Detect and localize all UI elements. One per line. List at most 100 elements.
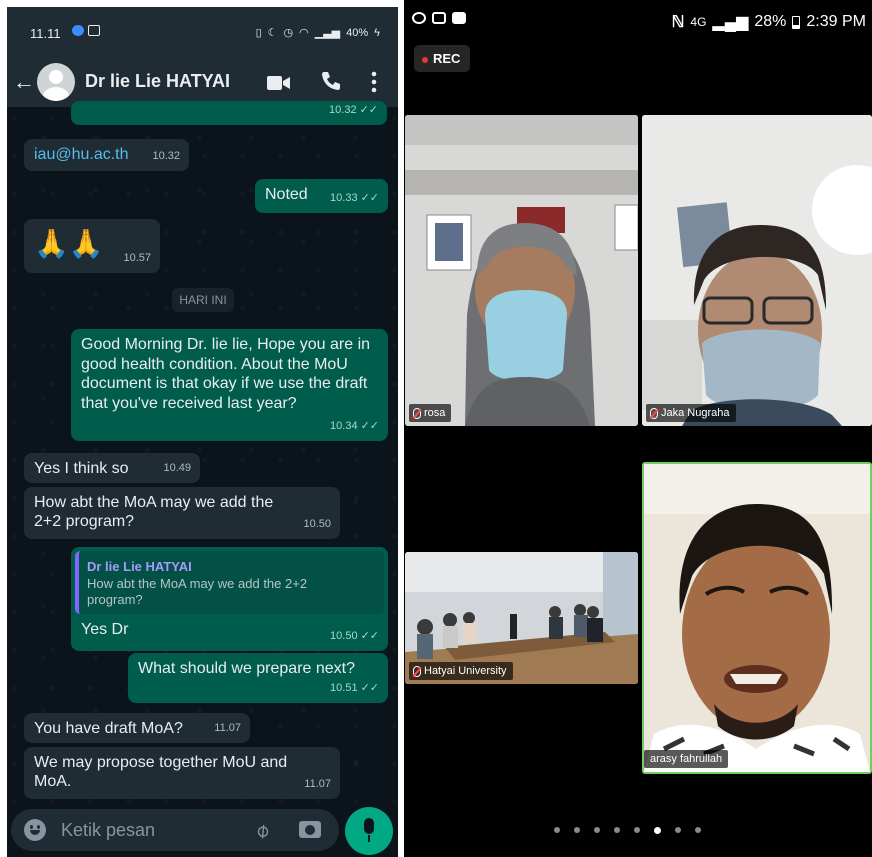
quoted-text: How abt the MoA may we add the 2+2 progr… xyxy=(87,576,308,607)
message-text: We may propose together MoU and MoA. xyxy=(34,754,288,790)
day-divider: HARI INI xyxy=(172,288,234,312)
muted-mic-icon xyxy=(650,407,658,419)
message-text: Noted xyxy=(265,186,308,203)
participant-name: rosa xyxy=(424,407,446,419)
read-receipt-icon: ✓✓ xyxy=(360,682,379,694)
participant-label: Jaka Nugraha xyxy=(646,404,736,422)
page-dot[interactable] xyxy=(695,827,701,833)
participant-video-tile[interactable]: rosa xyxy=(405,115,638,426)
battery-level: 40% xyxy=(346,26,369,39)
message-bubble[interactable]: 10.32 ✓✓ xyxy=(71,101,387,125)
read-receipt-icon: ✓✓ xyxy=(360,192,379,204)
message-time: 10.34 xyxy=(330,420,358,432)
participant-label: rosa xyxy=(409,404,452,422)
more-options-icon[interactable] xyxy=(371,71,377,99)
status-time: 2:39 PM xyxy=(806,13,866,30)
message-input[interactable]: Ketik pesan ⌀ xyxy=(11,809,339,851)
message-bubble[interactable]: You have draft MoA? 11.07 xyxy=(24,713,250,743)
active-speaker-tile[interactable]: arasy fahrullah xyxy=(642,462,872,774)
muted-mic-icon xyxy=(413,665,421,677)
charging-icon: ϟ xyxy=(374,26,380,39)
message-bubble[interactable]: What should we prepare next? 10.51 ✓✓ xyxy=(128,653,388,703)
quoted-message[interactable]: Dr lie Lie HATYAI How abt the MoA may we… xyxy=(75,551,384,614)
video-call-icon[interactable] xyxy=(267,74,291,97)
back-arrow-icon[interactable]: ← xyxy=(13,69,35,95)
signal-icon: ▂▄▆ xyxy=(712,14,749,31)
message-time: 10.57 xyxy=(123,252,151,264)
whatsapp-icon xyxy=(412,12,426,24)
page-dot[interactable] xyxy=(594,827,600,833)
zoom-status-bar: ℕ 4G ▂▄▆ 28% 2:39 PM xyxy=(404,0,872,40)
message-time: 10.51 xyxy=(330,682,358,694)
do-not-disturb-icon: ☾ xyxy=(267,27,278,39)
read-receipt-icon: ✓✓ xyxy=(359,104,378,116)
chat-area[interactable]: 10.32 ✓✓ iau@hu.ac.th 10.32 Noted 10.33 ✓✓… xyxy=(7,101,398,803)
participant-name: Hatyai University xyxy=(424,665,507,677)
message-time: 11.07 xyxy=(214,722,241,734)
participant-name: arasy fahrullah xyxy=(650,753,723,765)
zoom-meeting-screen: ℕ 4G ▂▄▆ 28% 2:39 PM REC rosa Jaka Nugra… xyxy=(404,0,872,857)
vibrate-icon: ▯ xyxy=(255,27,262,39)
whatsapp-status-bar: 11.11 ▯ ☾ ◷ ◠ ▁▃▅ 40% ϟ xyxy=(7,7,398,57)
wifi-icon: ◠ xyxy=(299,27,309,39)
page-dot[interactable] xyxy=(675,827,681,833)
page-dot[interactable] xyxy=(554,827,560,833)
mail-icon xyxy=(432,12,446,24)
muted-mic-icon xyxy=(413,407,421,419)
message-bubble[interactable]: Good Morning Dr. lie lie, Hope you are i… xyxy=(71,329,388,441)
message-time: 10.33 xyxy=(330,192,358,204)
message-bubble[interactable]: 🙏🙏 10.57 xyxy=(24,219,160,273)
participant-video xyxy=(644,464,870,772)
message-input-bar: Ketik pesan ⌀ xyxy=(7,803,398,857)
message-text: iau@hu.ac.th xyxy=(34,146,129,163)
message-time: 10.32 xyxy=(152,150,180,162)
whatsapp-screen: 11.11 ▯ ☾ ◷ ◠ ▁▃▅ 40% ϟ ← Dr lie Lie HAT… xyxy=(7,7,398,857)
battery-icon xyxy=(792,15,801,29)
microphone-button[interactable] xyxy=(345,807,393,855)
emoji-message: 🙏🙏 xyxy=(34,228,104,259)
page-dot[interactable] xyxy=(634,827,640,833)
page-indicator[interactable] xyxy=(554,827,701,834)
page-dot[interactable] xyxy=(574,827,580,833)
participant-video xyxy=(405,115,638,426)
emoji-icon[interactable] xyxy=(24,819,46,841)
battery-level: 28% xyxy=(754,13,787,30)
input-placeholder[interactable]: Ketik pesan xyxy=(61,820,155,841)
status-time: 11.11 xyxy=(30,26,61,41)
page-dot[interactable] xyxy=(614,827,620,833)
message-time: 11.07 xyxy=(304,778,331,790)
notification-icon xyxy=(72,25,84,36)
alarm-icon: ◷ xyxy=(283,27,294,39)
contact-name[interactable]: Dr lie Lie HATYAI xyxy=(85,71,230,92)
message-bubble[interactable]: iau@hu.ac.th 10.32 xyxy=(24,139,189,171)
avatar[interactable] xyxy=(37,63,75,101)
participant-name: Jaka Nugraha xyxy=(661,407,730,419)
quoted-sender: Dr lie Lie HATYAI xyxy=(87,559,192,574)
read-receipt-icon: ✓✓ xyxy=(360,420,379,432)
nfc-icon: ℕ xyxy=(671,14,685,31)
message-text: What should we prepare next? xyxy=(138,660,356,677)
page-dot-active[interactable] xyxy=(654,827,661,834)
message-bubble[interactable]: Noted 10.33 ✓✓ xyxy=(255,179,388,213)
message-bubble[interactable]: We may propose together MoU and MoA. 11.… xyxy=(24,747,340,799)
message-bubble[interactable]: Yes I think so 10.49 xyxy=(24,453,200,483)
laptop-icon xyxy=(88,25,100,36)
message-text: How abt the MoA may we add the 2+2 progr… xyxy=(34,494,274,530)
camera-icon[interactable] xyxy=(299,821,321,838)
message-time: 10.50 xyxy=(303,518,331,530)
participant-label: Hatyai University xyxy=(409,662,513,680)
voice-call-icon[interactable] xyxy=(320,70,342,98)
reply-message-bubble[interactable]: Dr lie Lie HATYAI How abt the MoA may we… xyxy=(71,547,388,651)
message-time: 10.49 xyxy=(163,462,191,474)
signal-icon: ▁▃▅ xyxy=(314,27,341,39)
record-dot-icon xyxy=(422,56,428,63)
chat-header: ← Dr lie Lie HATYAI xyxy=(7,57,398,107)
participant-video-tile[interactable]: Hatyai University xyxy=(405,552,638,684)
message-bubble[interactable]: How abt the MoA may we add the 2+2 progr… xyxy=(24,487,340,539)
attach-icon[interactable]: ⌀ xyxy=(249,817,274,844)
message-text: Good Morning Dr. lie lie, Hope you are i… xyxy=(81,336,371,412)
message-time: 10.32 xyxy=(329,104,357,116)
message-time: 10.50 xyxy=(330,630,358,642)
recording-indicator: REC xyxy=(414,45,470,72)
participant-video-tile[interactable]: Jaka Nugraha xyxy=(642,115,872,426)
